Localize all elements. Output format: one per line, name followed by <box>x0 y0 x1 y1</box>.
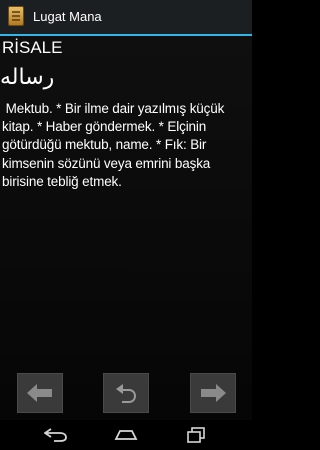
action-bar: Lugat Mana <box>0 0 252 34</box>
arrow-left-icon <box>27 384 52 402</box>
definition-text: Mektub. * Bir ilme dair yazılmış küçük k… <box>2 101 228 189</box>
action-bar-divider <box>0 34 252 36</box>
back-icon <box>44 428 67 442</box>
app-title: Lugat Mana <box>33 9 102 24</box>
book-icon[interactable] <box>8 6 24 26</box>
undo-button[interactable] <box>103 373 149 413</box>
arrow-right-icon <box>201 384 226 402</box>
word-title: RİSALE <box>2 38 63 57</box>
previous-button[interactable] <box>17 373 63 413</box>
home-icon <box>114 430 138 440</box>
recents-icon <box>187 427 205 443</box>
system-back-button[interactable] <box>41 425 71 445</box>
system-home-button[interactable] <box>111 425 141 445</box>
next-button[interactable] <box>190 373 236 413</box>
undo-icon <box>116 384 136 403</box>
app-screen: Lugat Mana RİSALE رساله Mektub. * Bir il… <box>0 0 252 450</box>
arabic-word: رساله <box>0 65 55 90</box>
system-navigation-bar <box>0 420 252 450</box>
system-recents-button[interactable] <box>181 425 211 445</box>
